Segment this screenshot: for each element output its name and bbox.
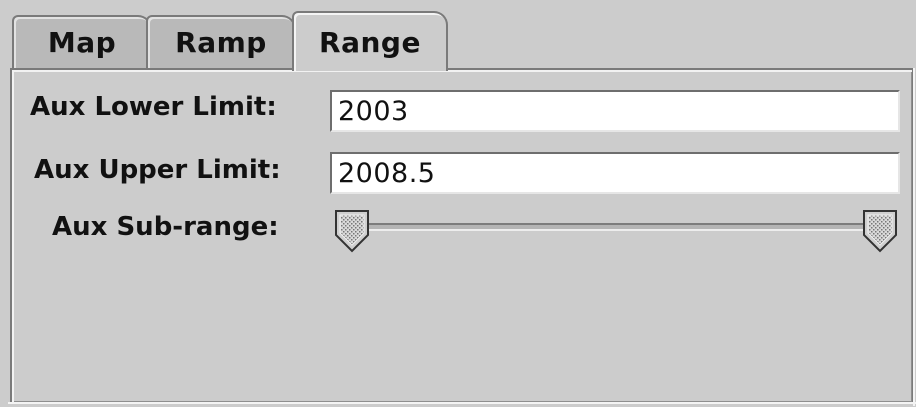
aux-lower-limit-label: Aux Lower Limit: xyxy=(30,92,277,122)
tab-ramp-label: Ramp xyxy=(175,26,267,59)
tab-ramp[interactable]: Ramp xyxy=(146,15,296,68)
aux-upper-limit-label: Aux Upper Limit: xyxy=(34,155,281,185)
tab-map[interactable]: Map xyxy=(12,15,152,68)
panel-right-highlight xyxy=(913,68,915,406)
slider-thumb-high-icon[interactable] xyxy=(861,209,899,253)
aux-lower-limit-field[interactable] xyxy=(330,90,900,132)
tab-map-label: Map xyxy=(47,26,117,59)
aux-sub-range-label: Aux Sub-range: xyxy=(52,212,279,242)
tab-range-label: Range xyxy=(319,25,421,59)
slider-thumb-low-icon[interactable] xyxy=(333,209,371,253)
panel-bottom-highlight xyxy=(8,402,916,404)
tab-range[interactable]: Range xyxy=(292,11,448,71)
range-settings-window: Map Ramp Range Aux Lower Limit: Aux Uppe… xyxy=(0,0,916,407)
sub-range-slider-track[interactable] xyxy=(352,223,872,231)
aux-upper-limit-field[interactable] xyxy=(330,152,900,194)
